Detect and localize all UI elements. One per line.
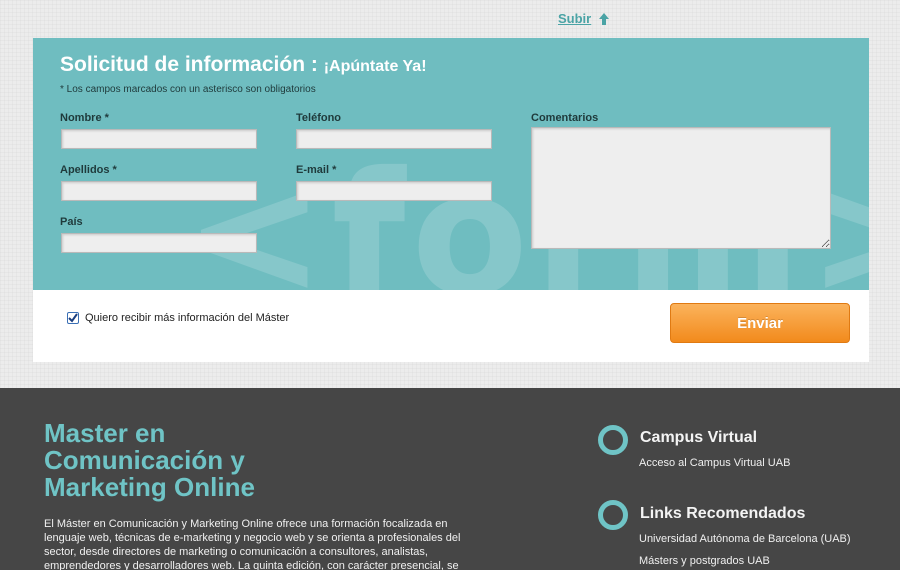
links-recomendados-heading: Links Recomendados xyxy=(640,505,806,522)
form-title-main: Solicitud de información : xyxy=(60,53,318,76)
check-icon xyxy=(68,313,78,323)
nombre-label: Nombre * xyxy=(60,112,109,124)
required-fields-note: * Los campos marcados con un asterisco s… xyxy=(60,84,316,95)
nombre-input[interactable] xyxy=(61,129,257,149)
back-to-top-link[interactable]: Subir xyxy=(558,11,610,26)
campus-virtual-heading: Campus Virtual xyxy=(640,429,758,446)
email-label: E-mail * xyxy=(296,164,337,176)
pais-label: País xyxy=(60,216,83,228)
uab-link[interactable]: Universidad Autónoma de Barcelona (UAB) xyxy=(639,533,851,545)
links-ring-icon xyxy=(598,500,628,530)
email-input[interactable] xyxy=(296,181,492,201)
newsletter-checkbox-row[interactable]: Quiero recibir más información del Máste… xyxy=(67,312,289,324)
masters-link[interactable]: Másters y postgrados UAB xyxy=(639,555,770,567)
comentarios-textarea[interactable] xyxy=(531,127,831,249)
form-title: Solicitud de información : ¡Apúntate Ya! xyxy=(60,53,427,77)
master-description: El Máster en Comunicación y Marketing On… xyxy=(44,518,461,570)
footer: Master en Comunicación y Marketing Onlin… xyxy=(0,388,900,570)
newsletter-checkbox[interactable] xyxy=(67,312,79,324)
form-panel: <form> Solicitud de información : ¡Apúnt… xyxy=(33,38,869,290)
info-request-card: <form> Solicitud de información : ¡Apúnt… xyxy=(33,38,869,362)
comentarios-label: Comentarios xyxy=(531,112,599,124)
form-title-sub: ¡Apúntate Ya! xyxy=(323,58,427,75)
apellidos-label: Apellidos * xyxy=(60,164,117,176)
apellidos-input[interactable] xyxy=(61,181,257,201)
campus-virtual-link[interactable]: Acceso al Campus Virtual UAB xyxy=(639,457,790,469)
submit-button[interactable]: Enviar xyxy=(670,303,850,343)
newsletter-checkbox-label: Quiero recibir más información del Máste… xyxy=(85,312,290,324)
pais-input[interactable] xyxy=(61,233,257,253)
telefono-input[interactable] xyxy=(296,129,492,149)
master-title: Master en Comunicación y Marketing Onlin… xyxy=(44,418,255,502)
back-to-top-label: Subir xyxy=(558,11,592,26)
telefono-label: Teléfono xyxy=(296,112,342,124)
arrow-up-icon xyxy=(599,12,610,25)
campus-ring-icon xyxy=(598,425,628,455)
